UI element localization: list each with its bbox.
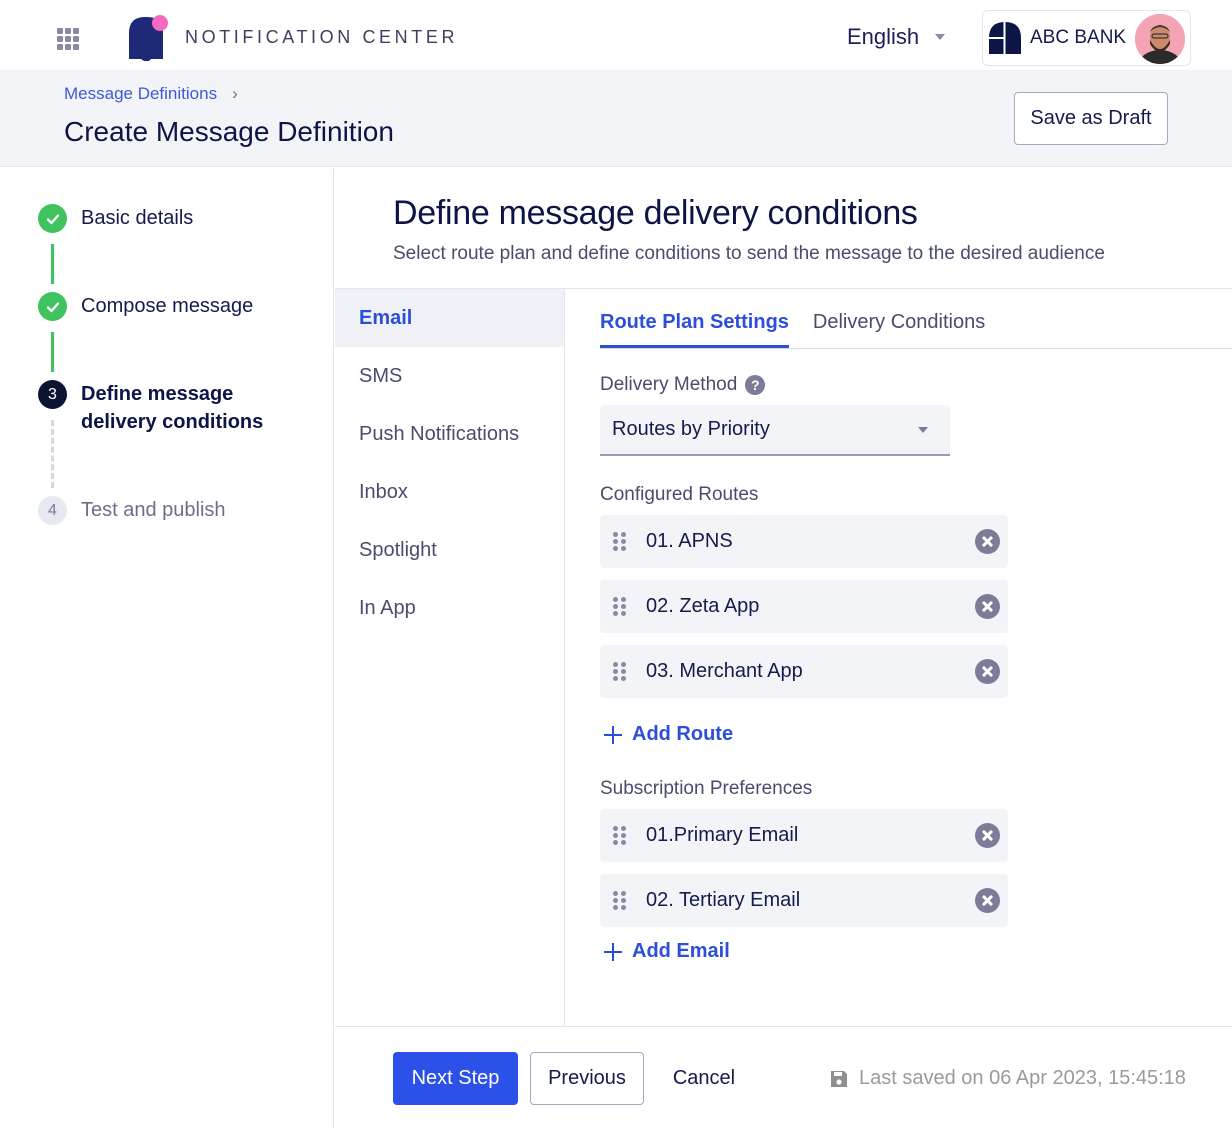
main-panel: Define message delivery conditions Selec… <box>335 168 1232 1128</box>
chevron-right-icon: › <box>232 84 238 103</box>
drag-handle-icon[interactable] <box>613 596 627 617</box>
step-test-and-publish[interactable]: 4 Test and publish <box>38 496 226 525</box>
channel-in-app[interactable]: In App <box>335 579 564 637</box>
user-avatar[interactable] <box>1135 14 1185 64</box>
drag-handle-icon[interactable] <box>613 531 627 552</box>
plus-icon <box>604 942 622 961</box>
delivery-method-value: Routes by Priority <box>612 418 770 440</box>
top-bar: NOTIFICATION CENTER English ABC BANK <box>0 0 1232 70</box>
subscription-preferences-label: Subscription Preferences <box>600 778 813 799</box>
previous-button[interactable]: Previous <box>530 1052 644 1105</box>
step-compose-message[interactable]: Compose message <box>38 292 253 321</box>
last-saved-status: Last saved on 06 Apr 2023, 15:45:18 <box>829 1067 1186 1090</box>
tab-route-plan-settings[interactable]: Route Plan Settings <box>600 311 789 348</box>
progress-stepper: Basic details Compose message 3 Define m… <box>0 168 334 1128</box>
plus-icon <box>604 725 622 744</box>
subscription-item[interactable]: 02. Tertiary Email <box>600 874 1008 927</box>
footer-actions: Next Step Previous Cancel Last saved on … <box>335 1026 1232 1128</box>
drag-handle-icon[interactable] <box>613 825 627 846</box>
help-icon[interactable]: ? <box>745 375 766 395</box>
bank-logo-icon <box>988 21 1021 55</box>
remove-icon[interactable] <box>975 823 1000 848</box>
remove-icon[interactable] <box>975 594 1000 619</box>
organization-switcher[interactable]: ABC BANK <box>982 10 1191 66</box>
route-item[interactable]: 03. Merchant App <box>600 645 1008 698</box>
step-define-delivery-conditions[interactable]: 3 Define message delivery conditions <box>38 380 281 436</box>
channel-list: Email SMS Push Notifications Inbox Spotl… <box>335 289 565 1027</box>
route-item[interactable]: 02. Zeta App <box>600 580 1008 633</box>
check-circle-icon <box>38 292 67 321</box>
app-grid-icon[interactable] <box>57 28 79 50</box>
check-circle-icon <box>38 204 67 233</box>
organization-name: ABC BANK <box>1030 27 1127 48</box>
page-header: Message Definitions › Create Message Def… <box>0 70 1232 167</box>
step-number-badge: 3 <box>38 380 67 409</box>
remove-icon[interactable] <box>975 659 1000 684</box>
add-email-button[interactable]: Add Email <box>604 940 730 963</box>
subscription-label: 01.Primary Email <box>646 824 799 846</box>
step-connector <box>51 332 54 372</box>
route-label: 01. APNS <box>646 530 733 552</box>
step-number-badge: 4 <box>38 496 67 525</box>
route-item[interactable]: 01. APNS <box>600 515 1008 568</box>
subscription-item[interactable]: 01.Primary Email <box>600 809 1008 862</box>
channel-spotlight[interactable]: Spotlight <box>335 521 564 579</box>
step-label: Compose message <box>81 295 254 317</box>
next-step-button[interactable]: Next Step <box>393 1052 518 1105</box>
step-label: Define message delivery conditions <box>81 383 264 433</box>
breadcrumb-message-definitions[interactable]: Message Definitions <box>64 84 217 104</box>
chevron-down-icon <box>935 34 946 40</box>
channel-sms[interactable]: SMS <box>335 347 564 405</box>
channel-push-notifications[interactable]: Push Notifications <box>335 405 564 463</box>
section-title: Define message delivery conditions <box>393 194 918 232</box>
delivery-method-label: Delivery Method ? <box>600 374 766 396</box>
tab-delivery-conditions[interactable]: Delivery Conditions <box>813 311 985 348</box>
notification-bell-logo-icon <box>129 15 168 61</box>
step-label: Test and publish <box>81 499 226 521</box>
configured-routes-label: Configured Routes <box>600 484 759 505</box>
save-icon <box>831 1070 847 1087</box>
tab-bar: Route Plan Settings Delivery Conditions <box>600 311 1232 349</box>
drag-handle-icon[interactable] <box>613 890 627 911</box>
step-basic-details[interactable]: Basic details <box>38 204 193 233</box>
last-saved-text: Last saved on 06 Apr 2023, 15:45:18 <box>859 1067 1186 1089</box>
step-connector <box>51 244 54 284</box>
channel-inbox[interactable]: Inbox <box>335 463 564 521</box>
save-as-draft-button[interactable]: Save as Draft <box>1014 92 1168 145</box>
step-connector <box>51 420 54 488</box>
route-label: 03. Merchant App <box>646 660 803 682</box>
channel-email[interactable]: Email <box>335 289 564 347</box>
page-title: Create Message Definition <box>64 116 394 147</box>
drag-handle-icon[interactable] <box>613 661 627 682</box>
app-title: NOTIFICATION CENTER <box>185 27 459 47</box>
add-route-button[interactable]: Add Route <box>604 723 733 746</box>
remove-icon[interactable] <box>975 888 1000 913</box>
chevron-down-icon <box>918 427 928 433</box>
subscription-label: 02. Tertiary Email <box>646 889 801 911</box>
delivery-method-select[interactable]: Routes by Priority <box>600 405 950 456</box>
step-label: Basic details <box>81 207 194 229</box>
breadcrumb: Message Definitions › <box>64 84 238 104</box>
cancel-button[interactable]: Cancel <box>657 1052 751 1105</box>
section-subtitle: Select route plan and define conditions … <box>393 243 1105 264</box>
language-label: English <box>847 24 920 49</box>
language-selector[interactable]: English <box>847 24 946 50</box>
remove-icon[interactable] <box>975 529 1000 554</box>
route-label: 02. Zeta App <box>646 595 760 617</box>
